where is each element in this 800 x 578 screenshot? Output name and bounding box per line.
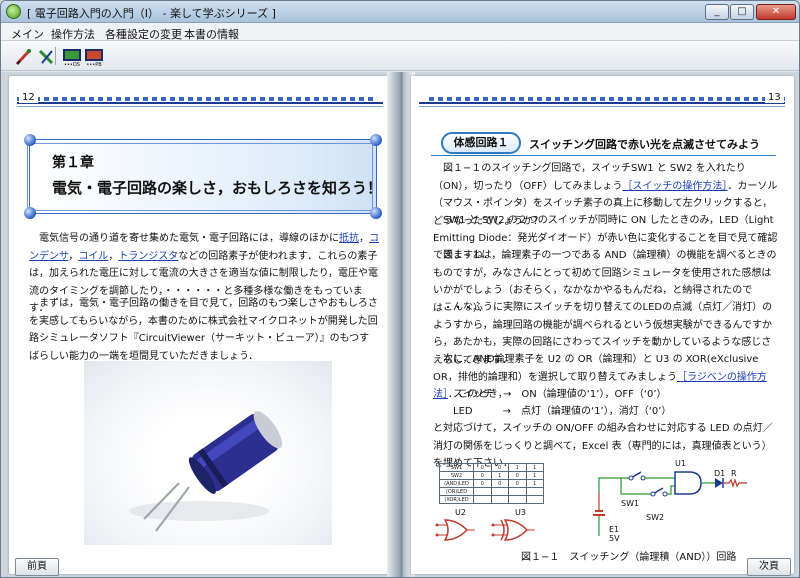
chapter-number: 第１章 bbox=[52, 155, 94, 171]
truth-table: SW1 0 0 1 1 SW2 0 1 0 1 (AND)LED 0 0 0 1 (OR)LED (XOR)LE… bbox=[439, 463, 544, 504]
chapter-title: 電気・電子回路の楽しさ，おもしろさを知ろう！ bbox=[52, 179, 383, 197]
page-number: 12 bbox=[19, 92, 38, 103]
truth-table-row: (OR)LED bbox=[439, 487, 544, 496]
text-span: ， bbox=[359, 233, 369, 244]
truth-table-cell[interactable] bbox=[525, 487, 544, 496]
second-paragraph: まずは，電気・電子回路の働きを目で見て，回路のもつ楽しさやおもしろさを実感しても… bbox=[29, 298, 378, 362]
truth-table-cell[interactable]: SW2 bbox=[439, 471, 474, 480]
truth-table-cell[interactable]: 0 bbox=[490, 479, 509, 488]
figure-caption: 図１−１ スイッチング（論理積（AND））回路 bbox=[521, 552, 737, 563]
experiment-badge: 体感回路１ bbox=[441, 132, 521, 154]
truth-table-cell[interactable]: 0 bbox=[490, 463, 509, 472]
corner-ball-icon bbox=[370, 207, 382, 219]
toolbar-separator bbox=[55, 47, 56, 65]
header-rule-thin bbox=[419, 106, 785, 107]
truth-table-cell[interactable]: 1 bbox=[525, 471, 544, 480]
app-logo-icon bbox=[6, 4, 21, 19]
corner-ball-icon bbox=[370, 134, 382, 146]
svg-text:•••OS: •••OS bbox=[64, 62, 80, 67]
prev-page-button[interactable]: 前頁 bbox=[15, 558, 59, 576]
schem-sw2-label: SW2 bbox=[646, 513, 664, 522]
left-page: 12 第１章 電気・電子回路の楽しさ，おもしろさを知ろう！ 電気信号の通り道を寄… bbox=[9, 76, 391, 576]
text-span: 電気信号の通り道を寄せ集めた電気・電子回路には，導線のほかに bbox=[29, 233, 339, 244]
schem-u1-label: U1 bbox=[675, 459, 686, 468]
truth-table-row: (XOR)LED bbox=[439, 495, 544, 504]
corner-ball-icon bbox=[24, 134, 36, 146]
eraser-icon[interactable] bbox=[35, 46, 55, 66]
truth-table-cell[interactable]: (OR)LED bbox=[439, 487, 474, 496]
truth-table-cell[interactable]: 1 bbox=[490, 471, 509, 480]
menu-main[interactable]: メイン bbox=[11, 26, 44, 42]
menu-operation[interactable]: 操作方法 bbox=[51, 26, 95, 42]
header-rule-thin bbox=[17, 106, 383, 107]
capacitor-photo bbox=[84, 361, 332, 545]
book-view: 12 第１章 電気・電子回路の楽しさ，おもしろさを知ろう！ 電気信号の通り道を寄… bbox=[1, 72, 799, 577]
text-span: ， bbox=[108, 250, 119, 262]
truth-table-cell[interactable]: 1 bbox=[525, 479, 544, 488]
maximize-button[interactable]: □ bbox=[730, 4, 754, 20]
experiment-title: スイッチング回路で赤い光を点滅させてみよう bbox=[529, 138, 760, 151]
header-rule bbox=[419, 102, 785, 104]
close-button[interactable]: ✕ bbox=[756, 4, 796, 20]
truth-table-cell[interactable] bbox=[490, 495, 509, 504]
truth-table-cell[interactable] bbox=[473, 495, 492, 504]
menu-bar: メイン 操作方法 各種設定の変更 本書の情報 bbox=[1, 23, 799, 42]
minimize-button[interactable]: _ bbox=[705, 4, 729, 20]
and-circuit-schematic: U1 SW1 SW2 D1 R E1 5V bbox=[591, 456, 771, 546]
truth-table-cell[interactable]: (XOR)LED bbox=[439, 495, 474, 504]
mapping-switch: スイッチ → ON（論理値の‘1’），OFF（‘0’） bbox=[433, 389, 667, 400]
truth-table-cell[interactable]: 0 bbox=[473, 471, 492, 480]
schem-sw1-label: SW1 bbox=[621, 499, 639, 508]
truth-table-cell[interactable]: 1 bbox=[508, 463, 527, 472]
mapping-led: LED → 点灯（論理値の‘1’），消灯（‘0’） bbox=[433, 406, 672, 417]
truth-table-cell[interactable]: 0 bbox=[508, 479, 527, 488]
schem-5v-label: 5V bbox=[609, 534, 620, 543]
menu-book-info[interactable]: 本書の情報 bbox=[184, 26, 239, 42]
truth-table-cell[interactable]: 0 bbox=[473, 463, 492, 472]
truth-table-cell[interactable]: 1 bbox=[525, 463, 544, 472]
truth-table-cell[interactable] bbox=[525, 495, 544, 504]
truth-table-cell[interactable] bbox=[473, 487, 492, 496]
header-rule bbox=[17, 102, 383, 104]
circuit-pb-icon[interactable]: •••PB bbox=[83, 46, 103, 68]
right-page: 13 体感回路１ スイッチング回路で赤い光を点滅させてみよう 図１−１のスイッチ… bbox=[411, 76, 794, 576]
truth-table-row: (AND)LED 0 0 0 1 bbox=[439, 479, 544, 488]
link-resistor[interactable]: 抵抗 bbox=[339, 233, 359, 244]
header-dots bbox=[429, 97, 785, 101]
truth-table-cell[interactable]: SW1 bbox=[439, 463, 474, 472]
truth-table-cell[interactable]: (AND)LED bbox=[439, 479, 474, 488]
next-page-button[interactable]: 次頁 bbox=[747, 558, 791, 576]
text-span: ， bbox=[68, 250, 79, 262]
truth-table-cell[interactable]: 0 bbox=[473, 479, 492, 488]
svg-text:•••PB: •••PB bbox=[86, 62, 102, 67]
schem-e1-label: E1 bbox=[609, 525, 619, 534]
link-coil[interactable]: コイル bbox=[78, 251, 108, 262]
truth-table-row: SW2 0 1 0 1 bbox=[439, 471, 544, 480]
truth-table-cell[interactable] bbox=[508, 495, 527, 504]
title-underline bbox=[431, 155, 776, 156]
truth-table-cell[interactable] bbox=[508, 487, 527, 496]
corner-ball-icon bbox=[24, 207, 36, 219]
toolbar: •••OS •••PB bbox=[1, 41, 799, 71]
header-dots bbox=[17, 97, 373, 101]
menu-settings[interactable]: 各種設定の変更 bbox=[105, 26, 182, 42]
title-bar: [ 電子回路入門の入門（Ⅰ） - 楽して学ぶシリーズ ] _ □ ✕ bbox=[1, 1, 799, 23]
pen-icon[interactable] bbox=[13, 46, 33, 66]
truth-table-cell[interactable] bbox=[490, 487, 509, 496]
truth-table-cell[interactable]: 0 bbox=[508, 471, 527, 480]
chapter-heading-box: 第１章 電気・電子回路の楽しさ，おもしろさを知ろう！ bbox=[24, 134, 382, 219]
page-number: 13 bbox=[765, 92, 784, 103]
app-window: [ 電子回路入門の入門（Ⅰ） - 楽して学ぶシリーズ ] _ □ ✕ メイン 操… bbox=[0, 0, 800, 578]
circuit-os-icon[interactable]: •••OS bbox=[61, 46, 81, 68]
gate-u2-label: U2 bbox=[455, 508, 466, 517]
gate-u3-label: U3 bbox=[515, 508, 526, 517]
truth-table-row: SW1 0 0 1 1 bbox=[439, 463, 544, 472]
schem-d1-label: D1 bbox=[714, 469, 725, 478]
link-switch-operation[interactable]: ［スイッチの操作方法］ bbox=[622, 181, 727, 192]
window-title: [ 電子回路入門の入門（Ⅰ） - 楽して学ぶシリーズ ] bbox=[27, 7, 276, 20]
link-transistor[interactable]: トランジスタ bbox=[118, 251, 178, 262]
schem-r-label: R bbox=[731, 469, 737, 478]
